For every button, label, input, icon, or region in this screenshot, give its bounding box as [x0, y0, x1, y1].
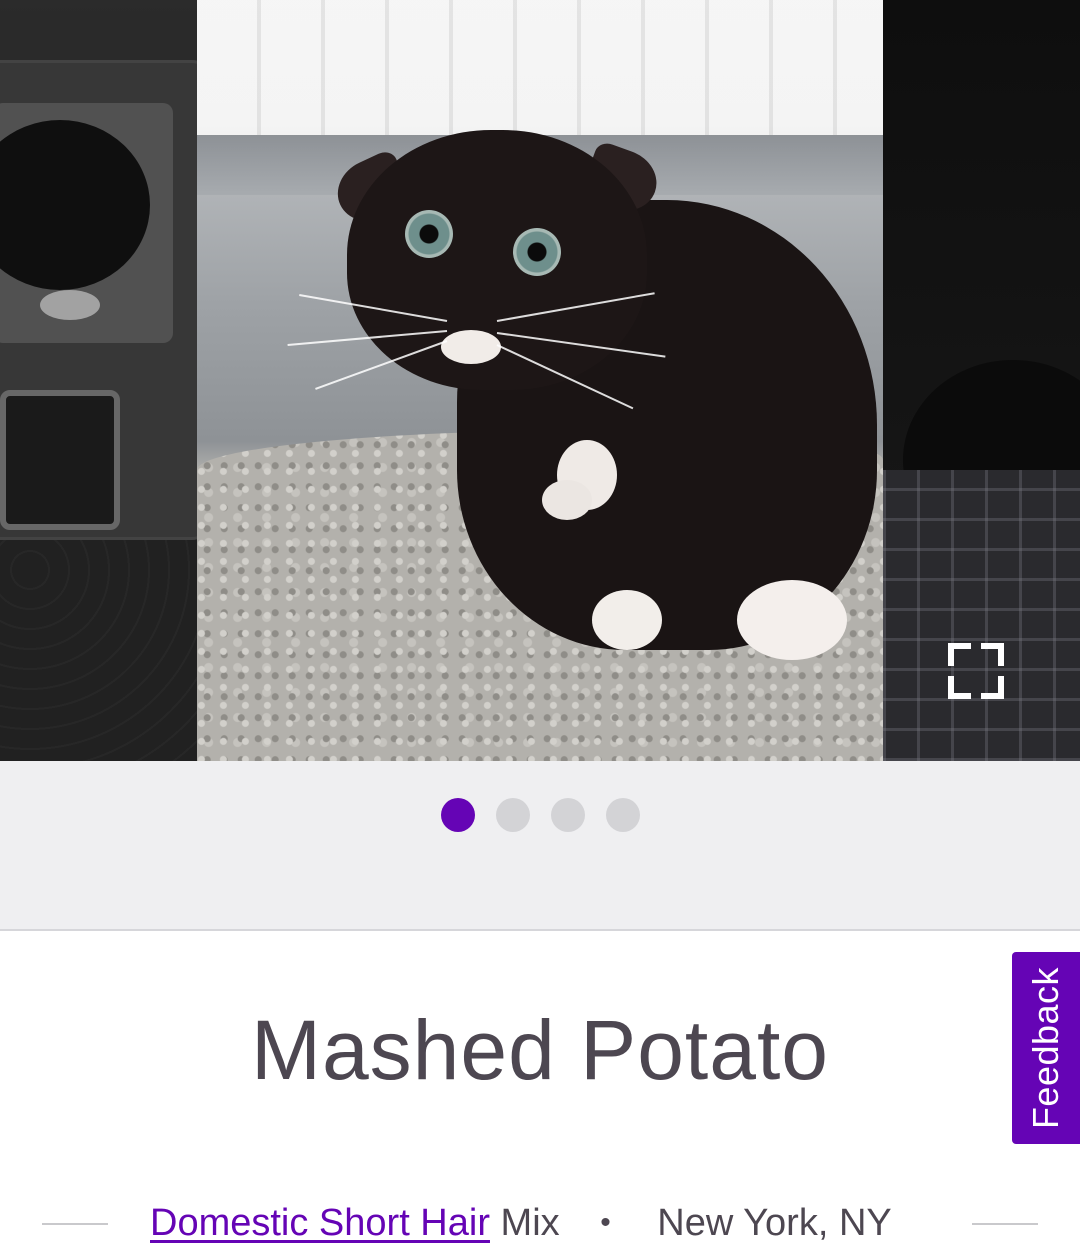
carousel-dot-3[interactable] [550, 798, 585, 832]
carousel-dot-2[interactable] [495, 798, 530, 832]
carousel-dot-4[interactable] [605, 798, 640, 832]
divider-right [972, 1223, 1038, 1225]
separator-bullet: • [600, 1206, 611, 1239]
carousel-pagination [0, 798, 1080, 834]
breed-suffix: Mix [500, 1202, 560, 1244]
pet-meta-line: Domestic Short Hair Mix • New York, NY [0, 1198, 1080, 1248]
pet-location: New York, NY [657, 1202, 892, 1244]
feedback-label: Feedback [1025, 966, 1067, 1130]
divider-left [42, 1223, 108, 1225]
fullscreen-icon [948, 643, 1004, 699]
fullscreen-button[interactable] [946, 641, 1006, 701]
photo-carousel[interactable] [0, 0, 1080, 761]
carousel-pagination-band [0, 761, 1080, 931]
previous-photo-peek[interactable] [0, 0, 197, 761]
breed-link[interactable]: Domestic Short Hair [150, 1202, 490, 1244]
carousel-dot-1[interactable] [440, 798, 475, 832]
pet-name: Mashed Potato [250, 1003, 830, 1097]
feedback-button[interactable]: Feedback [1010, 950, 1080, 1146]
pet-photo[interactable] [197, 0, 883, 761]
